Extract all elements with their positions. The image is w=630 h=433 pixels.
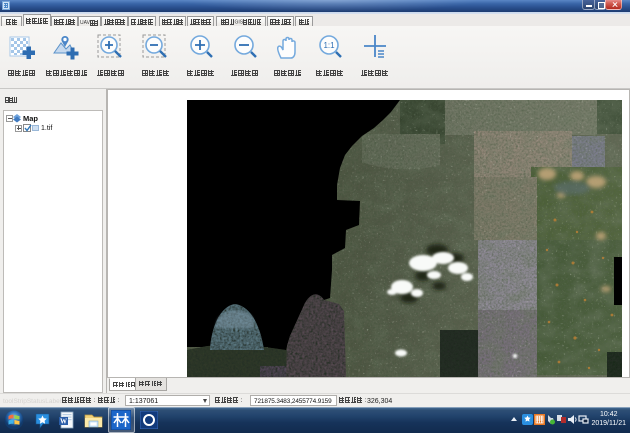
svg-text:W: W — [60, 418, 67, 426]
svg-text:1:1: 1:1 — [323, 41, 335, 50]
